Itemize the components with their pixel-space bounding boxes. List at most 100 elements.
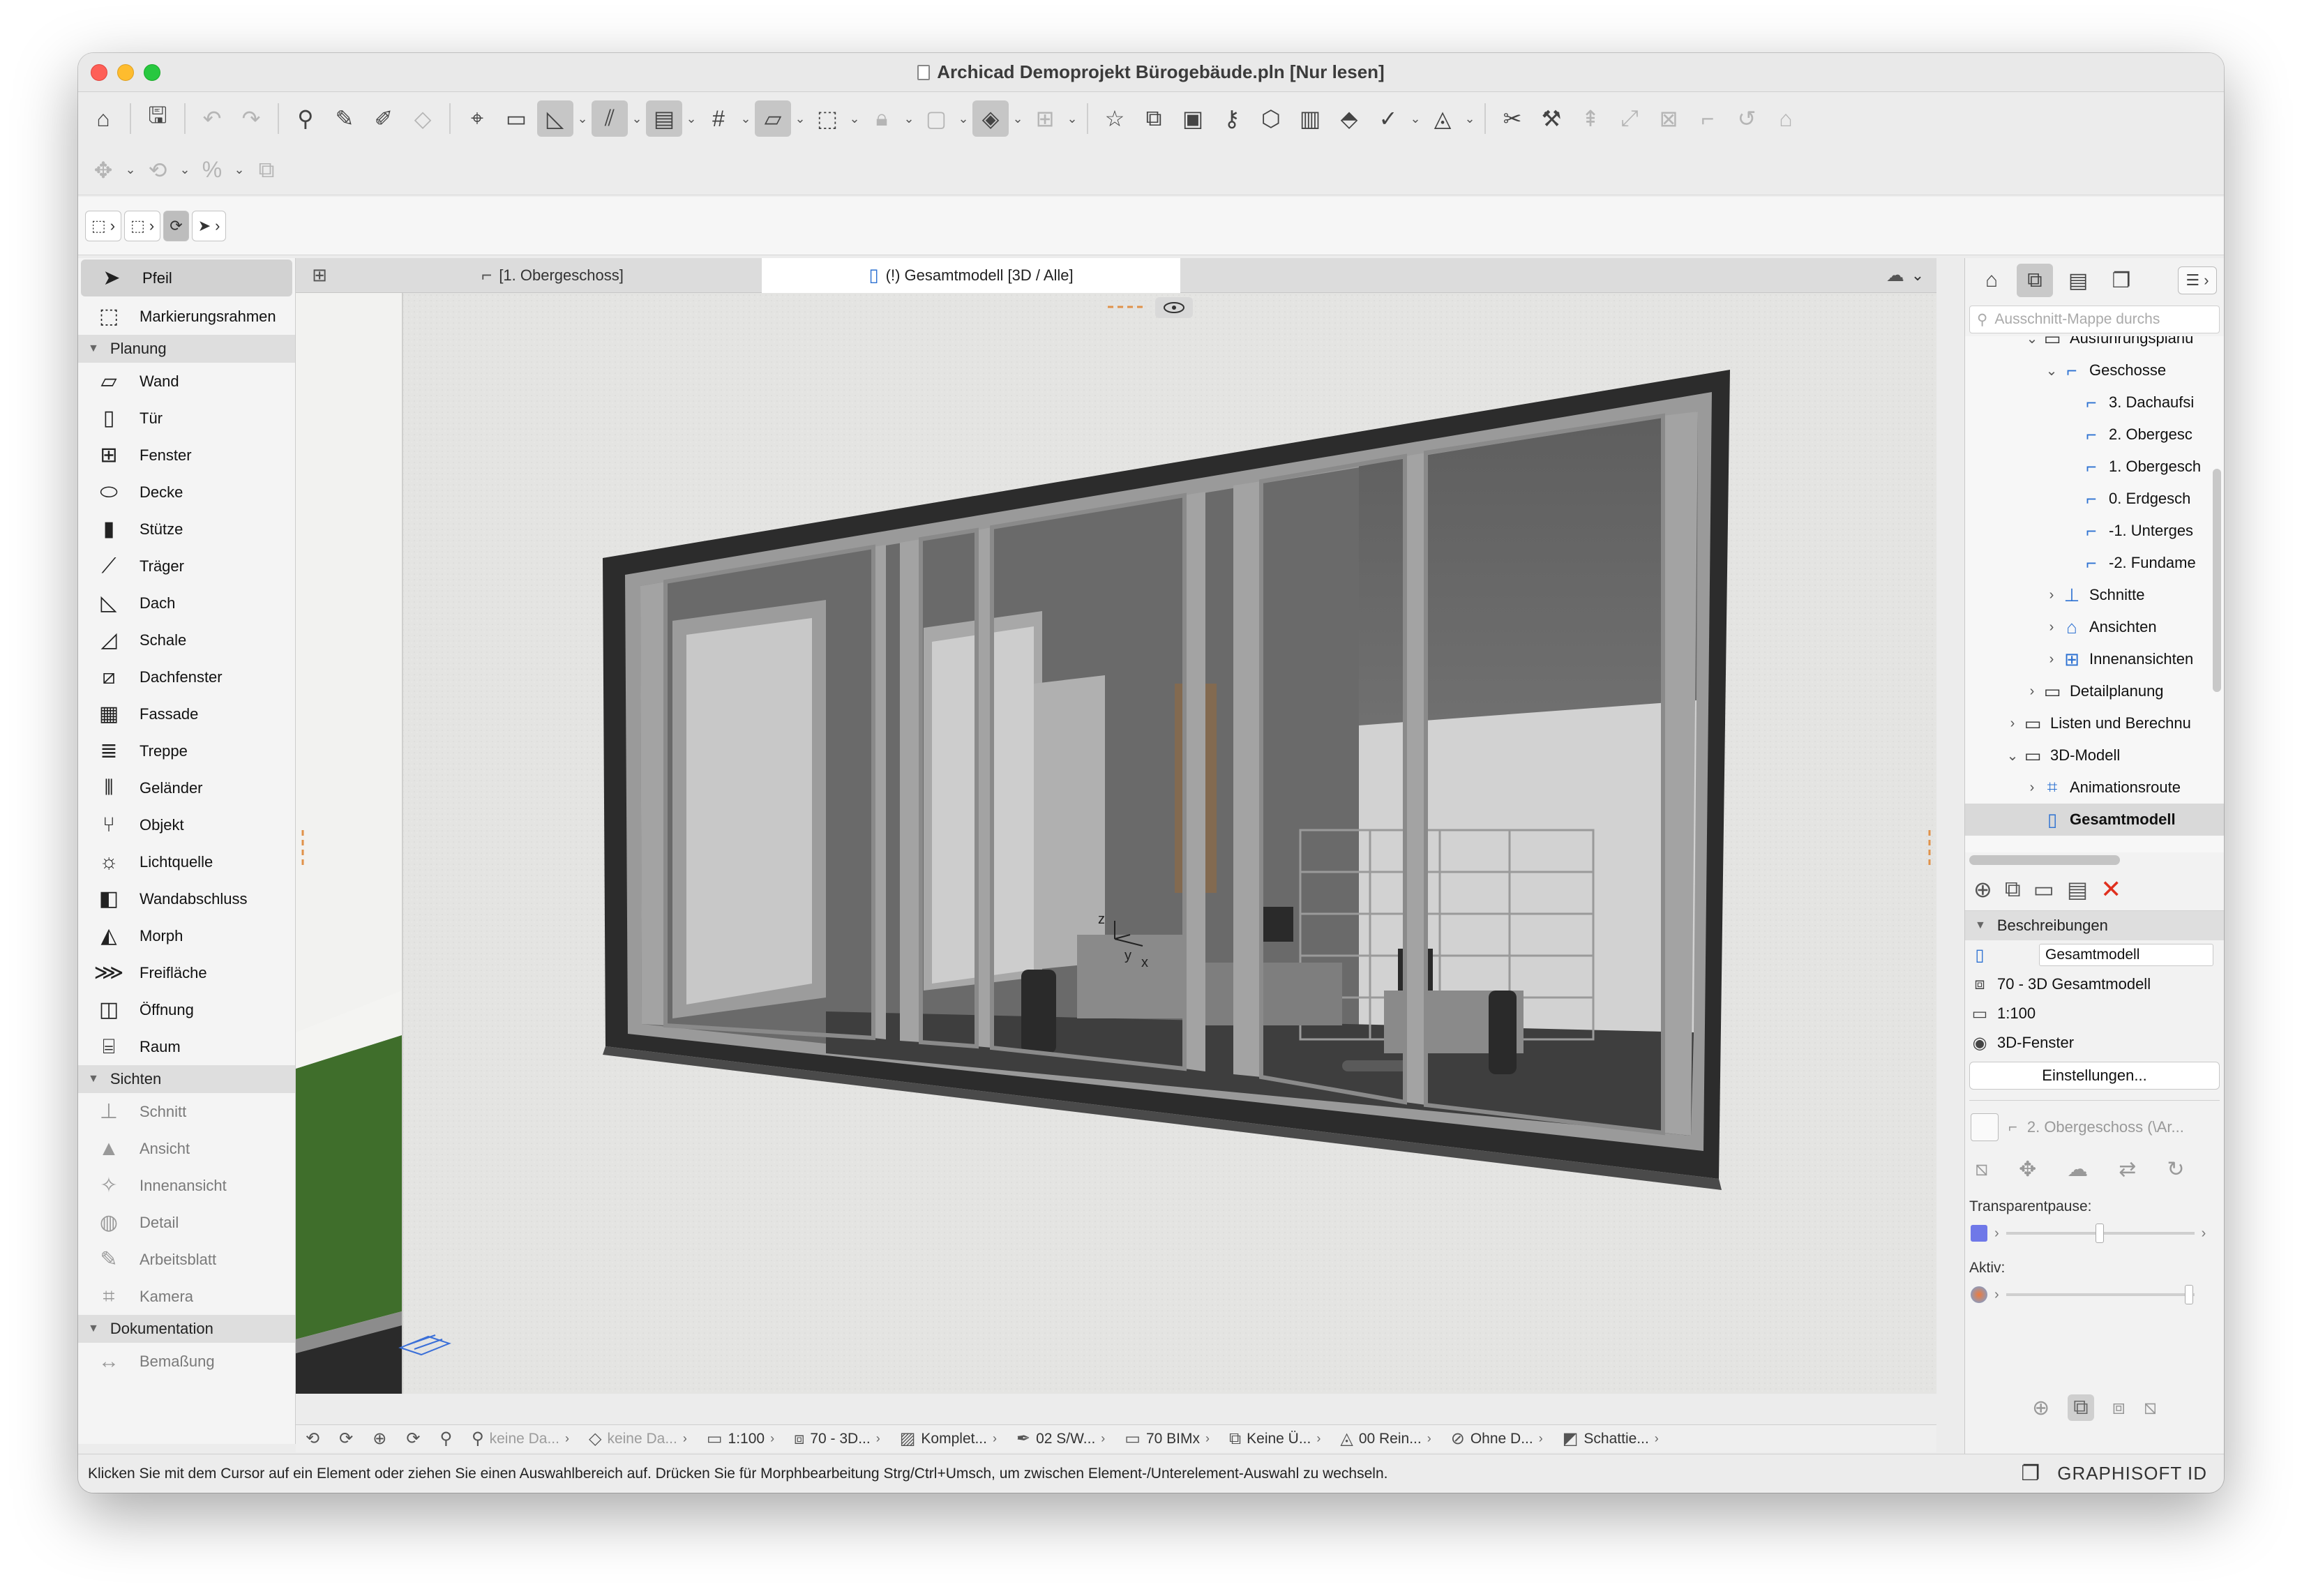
check-list-icon[interactable]: ✓: [1370, 100, 1406, 137]
layout-book-icon[interactable]: ▤: [2060, 264, 2096, 297]
transparency-slider[interactable]: › ›: [1965, 1215, 2224, 1251]
split-icon[interactable]: ⊠: [1650, 100, 1687, 137]
chevron-down-icon[interactable]: ⌄: [848, 100, 861, 137]
tool-decke[interactable]: ⬭ Decke: [78, 474, 295, 511]
tool-innenansicht[interactable]: ✧ Innenansicht: [78, 1167, 295, 1204]
3d-window-icon[interactable]: ⧉: [1136, 100, 1172, 137]
snap-guides-icon[interactable]: ◺: [537, 100, 573, 137]
new-folder-icon[interactable]: ▭: [2033, 876, 2054, 903]
undo-icon[interactable]: ↶: [194, 100, 230, 137]
tab-floorplan[interactable]: ⌐ [1. Obergeschoss]: [343, 258, 762, 293]
snap-points-icon[interactable]: ▤: [646, 100, 682, 137]
tool-schnitt[interactable]: ⊥ Schnitt: [78, 1093, 295, 1130]
tree-item-schnitte[interactable]: › ⊥ Schnitte: [1965, 579, 2224, 611]
home-icon[interactable]: ⌂: [85, 100, 121, 137]
chevron-down-icon[interactable]: ⌄: [1409, 100, 1422, 137]
favorites-icon[interactable]: ☆: [1097, 100, 1133, 137]
chevron-down-icon[interactable]: ⌄: [233, 152, 246, 188]
publisher-icon[interactable]: ❐: [2103, 264, 2139, 297]
chevron-down-icon[interactable]: ⌄: [576, 100, 589, 137]
elevation-icon[interactable]: ▣: [1175, 100, 1211, 137]
schedule-icon[interactable]: ▥: [1292, 100, 1328, 137]
redo-icon[interactable]: ↷: [233, 100, 269, 137]
tool-morph[interactable]: ◭ Morph: [78, 917, 295, 954]
chevron-down-icon[interactable]: ⌄: [1011, 100, 1024, 137]
quick-layer-dropdown-1[interactable]: ⚲ keine Da... ›: [462, 1429, 579, 1449]
chevron-down-icon[interactable]: ⌄: [1066, 100, 1078, 137]
active-slider[interactable]: ›: [1965, 1277, 2224, 1313]
tool-fassade[interactable]: ▦ Fassade: [78, 695, 295, 732]
hammer-icon[interactable]: ⚒: [1533, 100, 1570, 137]
syringe-icon[interactable]: ✐: [366, 100, 402, 137]
tab-3d-model[interactable]: ▯ (!) Gesamtmodell [3D / Alle]: [762, 257, 1180, 293]
tool-bemassung[interactable]: ↔ Bemaßung: [78, 1343, 295, 1380]
tab-overview-button[interactable]: ⊞: [296, 258, 343, 293]
tool-schale[interactable]: ◿ Schale: [78, 622, 295, 658]
navigator-menu-button[interactable]: ☰ ›: [2178, 266, 2217, 294]
tool-ansicht[interactable]: ▲ Ansicht: [78, 1130, 295, 1167]
toolbox-group-dokumentation[interactable]: ▼ Dokumentation: [78, 1315, 295, 1343]
brand-label[interactable]: GRAPHISOFT ID: [2057, 1463, 2207, 1484]
navigator-search-input[interactable]: ⚲ Ausschnitt-Mappe durchs: [1969, 306, 2220, 333]
minimize-window-button[interactable]: [117, 64, 134, 81]
tool-dach[interactable]: ◺ Dach: [78, 585, 295, 622]
tool-lichtquelle[interactable]: ☼ Lichtquelle: [78, 843, 295, 880]
eyedropper-icon[interactable]: ✎: [326, 100, 363, 137]
tag-icon[interactable]: ⬘: [1331, 100, 1367, 137]
view-settings-icon[interactable]: ▤: [2067, 876, 2088, 903]
orbit-view-button[interactable]: ⟳: [396, 1429, 430, 1449]
elevate-icon[interactable]: ⇞: [1572, 100, 1609, 137]
corner-icon[interactable]: ⌐: [1690, 100, 1726, 137]
transfer-icon[interactable]: ⇄: [2119, 1157, 2136, 1182]
shapes-icon[interactable]: ◬: [1424, 100, 1461, 137]
layer-visibility-icon[interactable]: ◈: [972, 100, 1009, 137]
move-icon[interactable]: ✥: [85, 152, 121, 188]
layer-combination-dropdown[interactable]: ⧈ 70 - 3D... ›: [784, 1429, 890, 1449]
chevron-down-icon[interactable]: ⌄: [685, 100, 698, 137]
tree-item-innenansichten[interactable]: › ⊞ Innenansichten: [1965, 643, 2224, 675]
refresh-icon[interactable]: ↻: [2167, 1157, 2184, 1182]
structure-display-dropdown[interactable]: ▨ Komplet... ›: [890, 1429, 1007, 1449]
slider-track[interactable]: [2006, 1285, 2195, 1304]
chevron-down-icon[interactable]: ⌄: [903, 100, 915, 137]
magic-wand-icon[interactable]: ◇: [405, 100, 441, 137]
settings-button[interactable]: Einstellungen...: [1969, 1062, 2220, 1090]
pen-set-dropdown[interactable]: ✒ 02 S/W... ›: [1007, 1429, 1115, 1449]
tool-raum[interactable]: ⌸ Raum: [78, 1028, 295, 1065]
move-view-icon[interactable]: ✥: [2019, 1157, 2036, 1182]
fit-view-icon[interactable]: ⧉: [2068, 1394, 2094, 1421]
key-icon[interactable]: ⚷: [1214, 100, 1250, 137]
tool-kamera[interactable]: ⌗ Kamera: [78, 1278, 295, 1315]
tree-item-ansichten[interactable]: › ⌂ Ansichten: [1965, 611, 2224, 643]
tool-fenster[interactable]: ⊞ Fenster: [78, 437, 295, 474]
chevron-down-icon[interactable]: ⌄: [794, 100, 806, 137]
tool-stuetze[interactable]: ▮ Stütze: [78, 511, 295, 548]
delete-icon[interactable]: ✕: [2100, 875, 2121, 904]
toolbox-group-sichten[interactable]: ▼ Sichten: [78, 1065, 295, 1093]
tree-item-story-3[interactable]: ⌐ 3. Dachaufsi: [1965, 386, 2224, 419]
tree-horizontal-scrollbar[interactable]: [1969, 855, 2120, 865]
tree-item-story-0[interactable]: ⌐ 0. Erdgesch: [1965, 483, 2224, 515]
trace-icon[interactable]: ⌖: [459, 100, 495, 137]
view-name-field[interactable]: [2039, 944, 2213, 966]
tool-gelaender[interactable]: ⫴ Geländer: [78, 769, 295, 806]
transparency-color-swatch[interactable]: [1971, 1225, 1987, 1242]
scissors-icon[interactable]: ✂: [1494, 100, 1530, 137]
eye-icon[interactable]: [1155, 297, 1193, 318]
selection-marquee-icon[interactable]: ⬚: [809, 100, 845, 137]
cloud-view-icon[interactable]: ☁: [2067, 1157, 2088, 1182]
resize-icon[interactable]: ⤢: [1611, 100, 1648, 137]
tool-markierungsrahmen[interactable]: ⬚ Markierungsrahmen: [78, 298, 295, 335]
tree-item-3d-modell[interactable]: ⌄ ▭ 3D-Modell: [1965, 739, 2224, 771]
orbit-button[interactable]: ⟳: [163, 210, 189, 241]
3d-viewport[interactable]: z y x: [296, 293, 1936, 1394]
slider-track[interactable]: [2006, 1224, 2195, 1243]
tool-dachfenster[interactable]: ⧄ Dachfenster: [78, 658, 295, 695]
slider-knob[interactable]: [2095, 1224, 2104, 1243]
tool-traeger[interactable]: ⟋ Träger: [78, 548, 295, 585]
chevron-down-icon[interactable]: ⌄: [739, 100, 752, 137]
chevron-down-icon[interactable]: ⌄: [179, 152, 191, 188]
export-view-icon[interactable]: ⧅: [2144, 1396, 2157, 1420]
view-options-dropdown[interactable]: ☁ ⌄: [1874, 258, 1936, 293]
redo-view-button[interactable]: ⟳: [329, 1429, 363, 1449]
